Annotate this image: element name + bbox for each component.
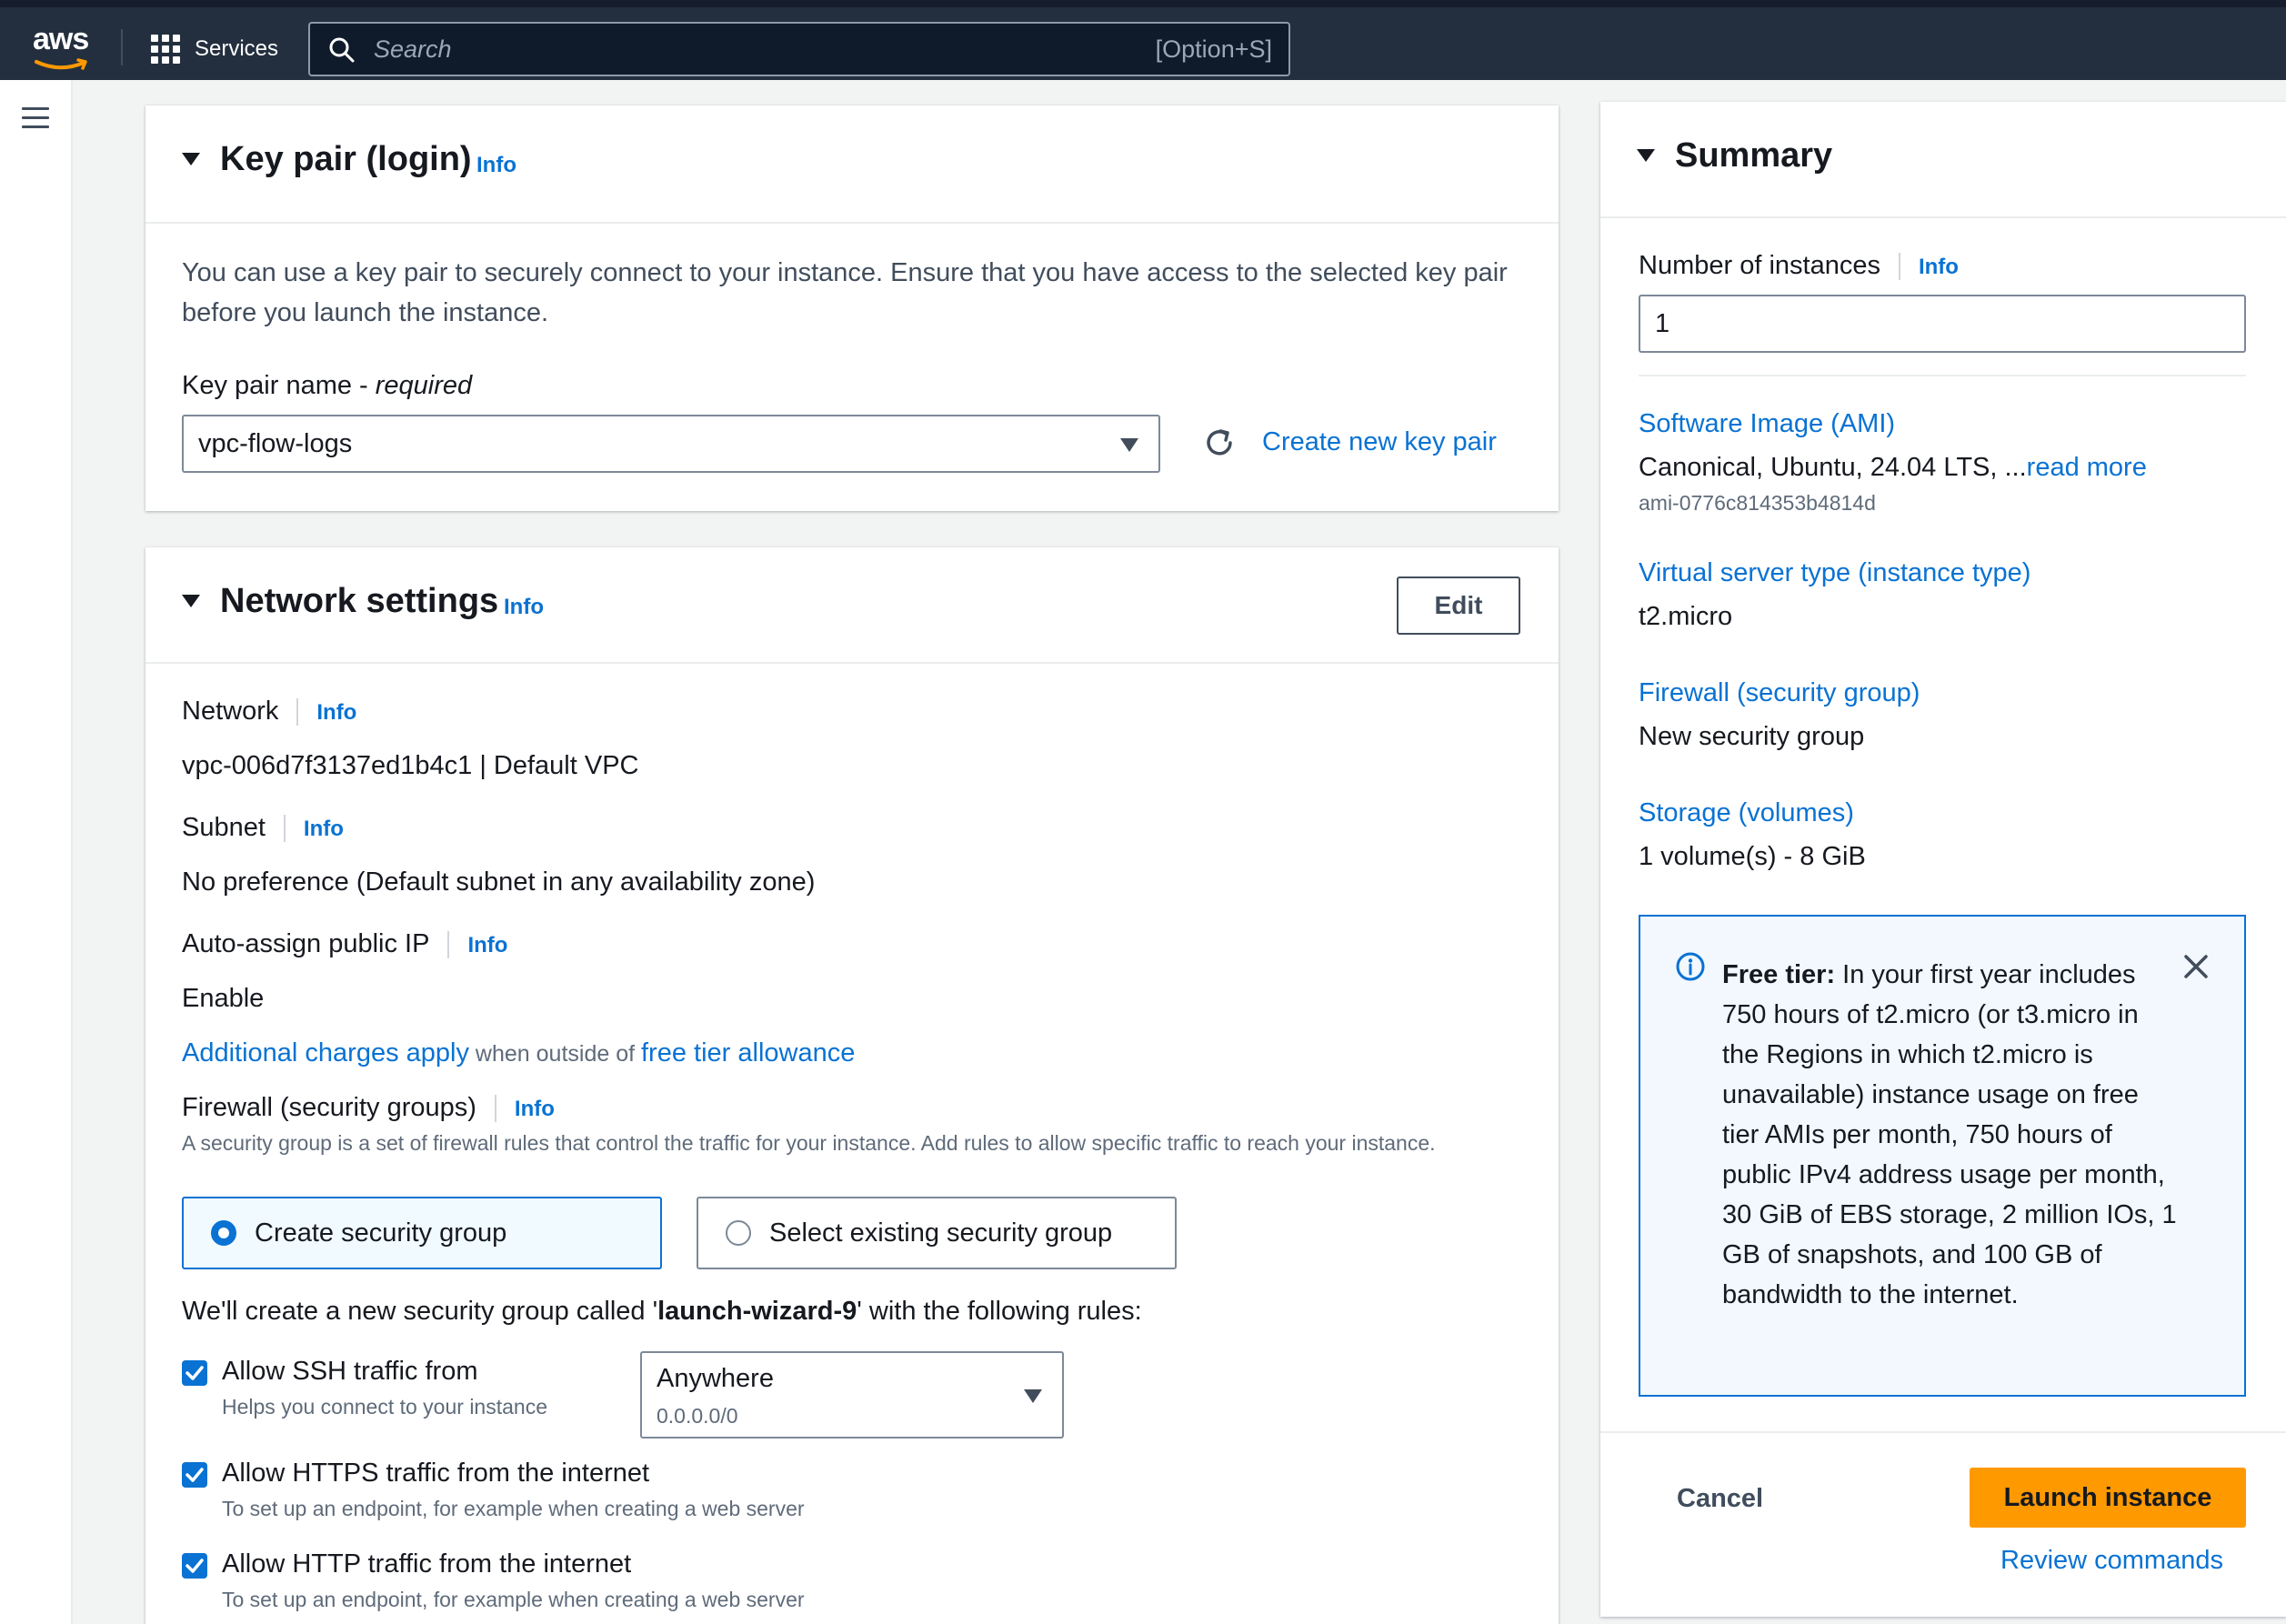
key-pair-panel: Key pair (login) Info You can use a key … [145, 105, 1559, 511]
public-ip-field: Auto-assign public IP Info [182, 929, 508, 959]
ssh-rule-help: Helps you connect to your instance [222, 1395, 547, 1418]
network-field: Network Info [182, 697, 357, 727]
firewall-summary-link[interactable]: Firewall (security group) [1639, 678, 1920, 708]
instances-input[interactable]: 1 [1639, 295, 2246, 353]
firewall-description: A security group is a set of firewall ru… [182, 1131, 1436, 1155]
https-rule-label: Allow HTTPS traffic from the internet [222, 1459, 650, 1488]
https-checkbox[interactable] [182, 1462, 207, 1488]
http-checkbox[interactable] [182, 1553, 207, 1579]
top-navigation: aws Services [Option+S] [0, 0, 2286, 80]
instance-type-value: t2.micro [1639, 602, 1733, 631]
network-settings-header[interactable]: Network settings Info Edit [145, 547, 1559, 664]
instances-info-link[interactable]: Info [1919, 255, 1959, 279]
search-input[interactable] [374, 31, 1101, 67]
http-rule-label: Allow HTTP traffic from the internet [222, 1549, 632, 1579]
free-tier-allowance-link[interactable]: free tier allowance [641, 1038, 855, 1068]
radio-unselected[interactable] [726, 1220, 751, 1246]
firewall-summary-value: New security group [1639, 722, 1865, 751]
search-icon [329, 37, 355, 63]
subnet-value: No preference (Default subnet in any ava… [182, 867, 816, 897]
aws-logo[interactable]: aws [31, 22, 91, 71]
firewall-info-link[interactable]: Info [515, 1097, 555, 1121]
public-ip-value: Enable [182, 984, 265, 1013]
network-settings-panel: Network settings Info Edit Network Info v… [145, 547, 1559, 1624]
check-icon [185, 1366, 204, 1380]
launch-instance-button[interactable]: Launch instance [1970, 1468, 2246, 1528]
global-search[interactable]: [Option+S] [308, 22, 1290, 76]
http-rule-help: To set up an endpoint, for example when … [222, 1588, 805, 1611]
check-icon [185, 1559, 204, 1573]
ssh-source-select[interactable]: Anywhere 0.0.0.0/0 [640, 1351, 1064, 1439]
nav-divider [121, 29, 123, 65]
search-shortcut-hint: [Option+S] [1155, 35, 1272, 63]
select-existing-security-group-option[interactable]: Select existing security group [697, 1197, 1177, 1269]
network-settings-info-link[interactable]: Info [504, 595, 544, 620]
check-icon [185, 1468, 204, 1482]
key-pair-title: Key pair (login) [220, 140, 472, 178]
ami-link[interactable]: Software Image (AMI) [1639, 409, 1895, 439]
summary-footer-divider [1600, 1431, 2286, 1433]
close-icon[interactable] [2182, 953, 2210, 980]
summary-panel: Summary Number of instances Info 1 Softwa… [1600, 102, 2286, 1617]
services-grid-icon [151, 35, 180, 64]
review-commands-link[interactable]: Review commands [2000, 1546, 2223, 1576]
collapse-caret-icon[interactable] [1637, 149, 1655, 162]
charges-note: Additional charges apply when outside of… [182, 1038, 856, 1068]
storage-summary-value: 1 volume(s) - 8 GiB [1639, 842, 1866, 871]
collapse-caret-icon[interactable] [182, 153, 200, 165]
summary-header[interactable]: Summary [1600, 102, 2286, 218]
security-group-note: We'll create a new security group called… [182, 1297, 1142, 1326]
ami-read-more-link[interactable]: read more [2027, 453, 2147, 482]
instances-value: 1 [1655, 309, 1670, 338]
create-security-group-option[interactable]: Create security group [182, 1197, 662, 1269]
summary-title: Summary [1675, 136, 1833, 175]
ssh-checkbox[interactable] [182, 1360, 207, 1386]
collapse-caret-icon[interactable] [182, 595, 200, 607]
key-pair-selected-value: vpc-flow-logs [198, 429, 353, 458]
subnet-field: Subnet Info [182, 813, 344, 843]
dropdown-caret-icon [1120, 438, 1138, 452]
network-settings-title: Network settings [220, 582, 499, 620]
instances-field: Number of instances Info [1639, 251, 1959, 281]
refresh-icon[interactable] [1202, 426, 1237, 460]
edit-network-button[interactable]: Edit [1397, 576, 1520, 635]
storage-summary-link[interactable]: Storage (volumes) [1639, 798, 1854, 828]
network-value: vpc-006d7f3137ed1b4c1 | Default VPC [182, 751, 639, 780]
network-info-link[interactable]: Info [316, 700, 356, 725]
ssh-source-cidr: 0.0.0.0/0 [657, 1404, 738, 1428]
side-navigation-rail [0, 80, 73, 1624]
aws-smile-icon [35, 58, 87, 70]
radio-selected[interactable] [211, 1220, 236, 1246]
dropdown-caret-icon [1024, 1389, 1042, 1403]
additional-charges-link[interactable]: Additional charges apply [182, 1038, 469, 1068]
ami-id: ami-0776c814353b4814d [1639, 491, 1876, 515]
key-pair-info-link[interactable]: Info [476, 153, 516, 178]
cancel-button[interactable]: Cancel [1677, 1484, 1763, 1514]
key-pair-header[interactable]: Key pair (login) Info [145, 105, 1559, 224]
summary-divider [1639, 375, 2246, 376]
firewall-field: Firewall (security groups) Info [182, 1093, 555, 1123]
public-ip-info-link[interactable]: Info [467, 933, 507, 957]
key-pair-select[interactable]: vpc-flow-logs [182, 415, 1160, 473]
ami-value: Canonical, Ubuntu, 24.04 LTS, ...read mo… [1639, 453, 2147, 482]
create-key-pair-link[interactable]: Create new key pair [1262, 427, 1497, 457]
services-menu-button[interactable]: Services [151, 31, 278, 67]
subnet-info-link[interactable]: Info [304, 817, 344, 841]
ssh-source-value: Anywhere [657, 1364, 774, 1393]
instance-type-link[interactable]: Virtual server type (instance type) [1639, 558, 2030, 588]
free-tier-text: Free tier: In your first year includes 7… [1722, 960, 2177, 1309]
https-rule-help: To set up an endpoint, for example when … [222, 1497, 805, 1520]
key-pair-field-label: Key pair name - required [182, 371, 473, 400]
key-pair-description: You can use a key pair to securely conne… [182, 258, 1508, 327]
ssh-rule-label: Allow SSH traffic from [222, 1357, 478, 1386]
menu-hamburger-icon[interactable] [22, 107, 49, 129]
free-tier-alert: Free tier: In your first year includes 7… [1639, 915, 2246, 1397]
info-circle-icon [1676, 952, 1705, 981]
